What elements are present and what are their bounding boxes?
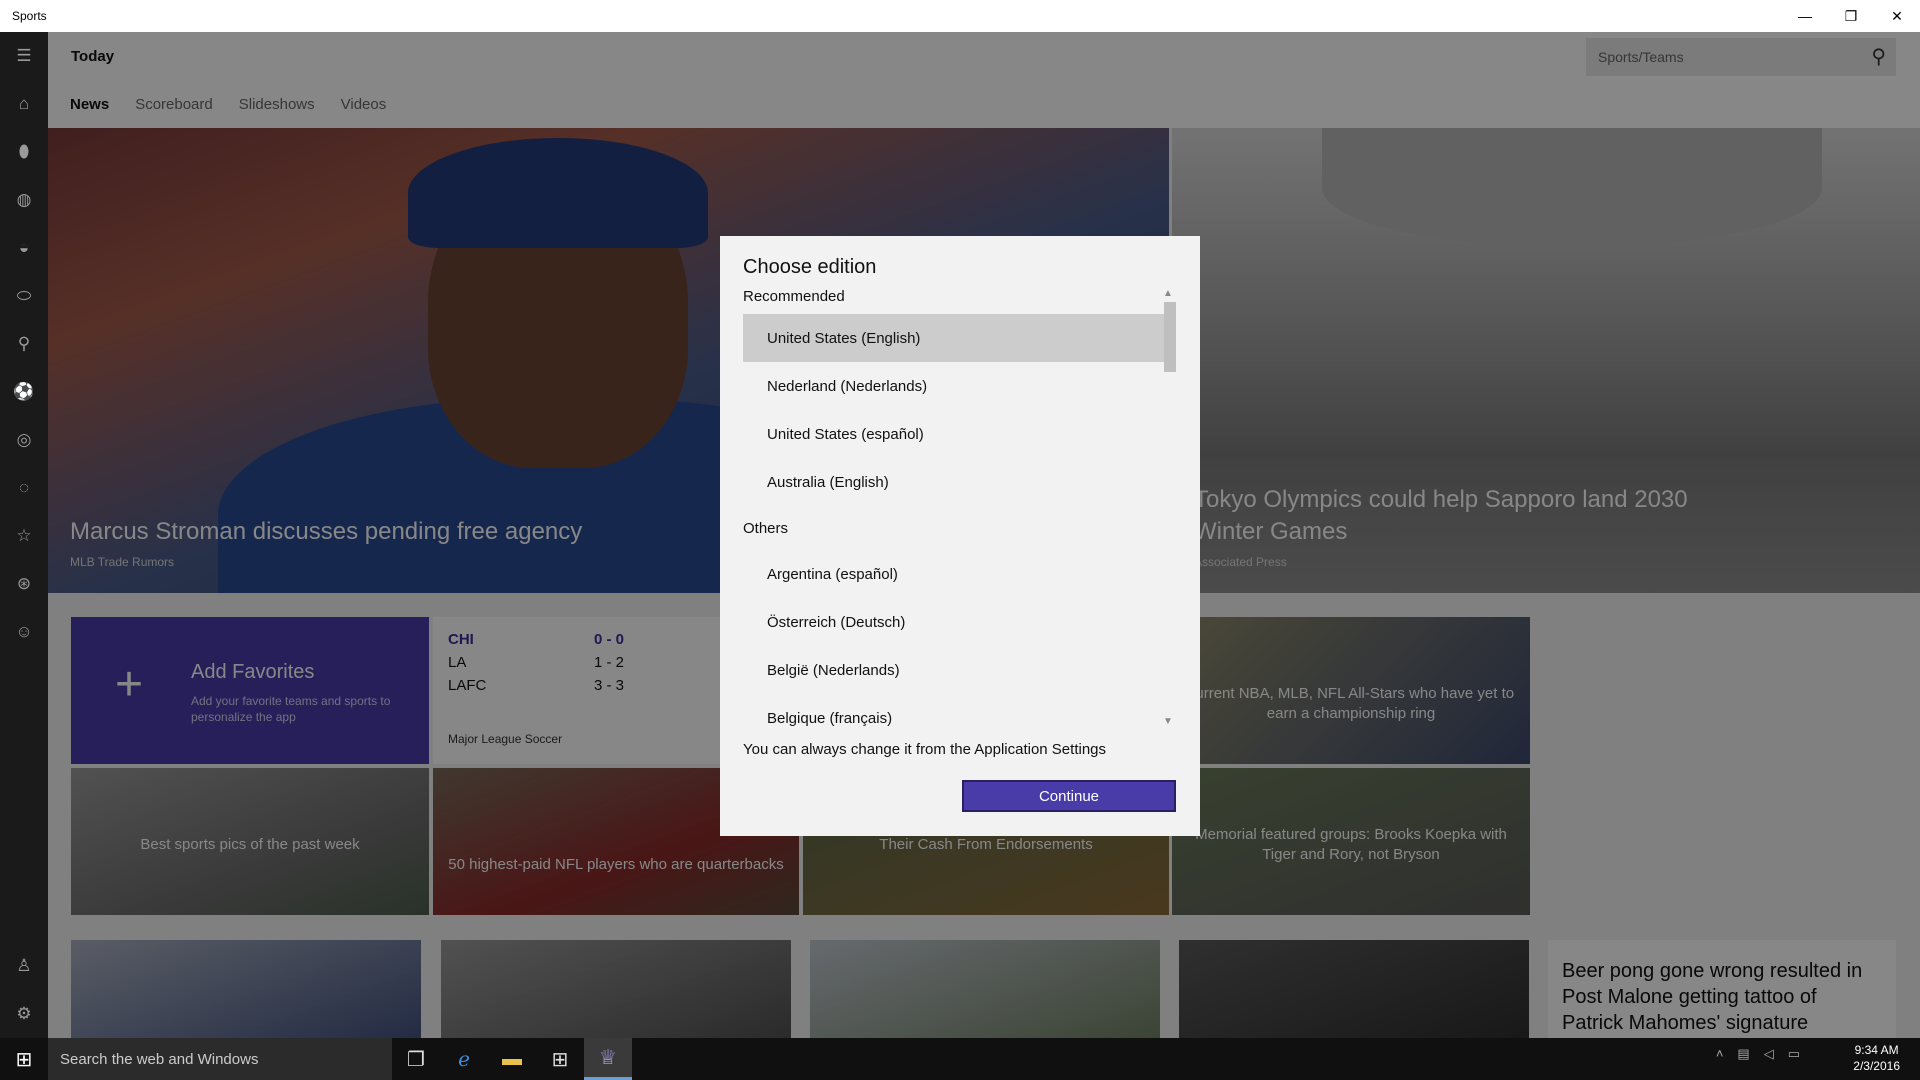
fan-icon[interactable]: ☺: [0, 608, 48, 656]
close-button[interactable]: ✕: [1874, 0, 1920, 32]
store-icon[interactable]: ⊞: [536, 1038, 584, 1080]
basketball-icon[interactable]: ◍: [0, 176, 48, 224]
close-icon: ✕: [1891, 7, 1903, 24]
settings-icon[interactable]: ⚙: [0, 990, 48, 1038]
football-icon[interactable]: ⬮: [0, 128, 48, 176]
baseball-icon[interactable]: ⬭: [0, 272, 48, 320]
windows-start-icon[interactable]: ⊞: [0, 1038, 48, 1080]
option-label: United States (English): [767, 329, 921, 347]
system-tray: ˄ ▤ ◁ ▭: [1716, 1046, 1800, 1062]
edition-option-ar[interactable]: Argentina (español): [743, 550, 1175, 598]
settings-note: You can always change it from the Applic…: [743, 741, 1107, 758]
edition-option-at[interactable]: Österreich (Deutsch): [743, 598, 1175, 646]
file-explorer-icon[interactable]: ▬: [488, 1038, 536, 1080]
continue-button[interactable]: Continue: [962, 780, 1176, 812]
minimize-button[interactable]: —: [1782, 0, 1828, 32]
app-title: Sports: [12, 9, 47, 23]
minimize-icon: —: [1798, 8, 1812, 24]
navigation-rail: ☰ ⌂ ⬮ ◍ ◒ ⬭ ⚲ ⚽ ◎ ◌ ☆ ⊛ ☺ ♙ ⚙: [0, 32, 48, 1038]
edition-option-au[interactable]: Australia (English): [743, 458, 1175, 506]
title-bar: Sports — ❐ ✕: [0, 0, 1920, 32]
sports-app-icon[interactable]: ♕: [584, 1038, 632, 1080]
motorsport-icon[interactable]: ⊛: [0, 560, 48, 608]
option-label: United States (español): [767, 425, 924, 443]
taskbar-search-input[interactable]: Search the web and Windows: [60, 1051, 258, 1068]
recommended-label: Recommended: [743, 288, 845, 305]
task-view-icon[interactable]: ❐: [392, 1038, 440, 1080]
list-scrollbar[interactable]: [1164, 302, 1176, 372]
scroll-down-icon[interactable]: ▼: [1163, 716, 1173, 727]
restore-icon: ❐: [1844, 7, 1858, 24]
option-label: Australia (English): [767, 473, 889, 491]
action-center-icon[interactable]: ▭: [1788, 1046, 1800, 1062]
option-label: België (Nederlands): [767, 661, 900, 679]
scroll-up-icon[interactable]: ▲: [1163, 288, 1173, 299]
edition-option-us-english[interactable]: United States (English): [743, 314, 1175, 362]
volume-icon[interactable]: ◁: [1764, 1046, 1774, 1062]
clock-time: 9:34 AM: [1854, 1043, 1899, 1057]
edition-option-nl[interactable]: Nederland (Nederlands): [743, 362, 1175, 410]
taskbar-clock[interactable]: 9:34 AM 2/3/2016: [1853, 1042, 1900, 1074]
option-label: Nederland (Nederlands): [767, 377, 928, 395]
network-icon[interactable]: ▤: [1737, 1046, 1749, 1062]
option-label: Argentina (español): [767, 565, 898, 583]
taskbar: ⊞ Search the web and Windows ❐ ℯ ▬ ⊞ ♕ ˄…: [0, 1038, 1920, 1080]
soccer-icon[interactable]: ⚽: [0, 368, 48, 416]
hockey-icon[interactable]: ◌: [0, 464, 48, 512]
taskbar-search[interactable]: Search the web and Windows: [48, 1038, 392, 1080]
menu-icon[interactable]: ☰: [0, 32, 48, 80]
edition-option-be-fr[interactable]: Belgique (français): [743, 694, 1175, 742]
account-icon[interactable]: ♙: [0, 942, 48, 990]
option-label: Österreich (Deutsch): [767, 613, 906, 631]
chevron-up-icon[interactable]: ˄: [1716, 1046, 1724, 1062]
edition-option-us-spanish[interactable]: United States (español): [743, 410, 1175, 458]
favorites-icon[interactable]: ☆: [0, 512, 48, 560]
dialog-title: Choose edition: [743, 256, 877, 278]
rugby-icon[interactable]: ◒: [0, 224, 48, 272]
option-label: Belgique (français): [767, 709, 893, 727]
home-icon[interactable]: ⌂: [0, 80, 48, 128]
others-label: Others: [743, 520, 789, 537]
edition-option-be-nl[interactable]: België (Nederlands): [743, 646, 1175, 694]
restore-button[interactable]: ❐: [1828, 0, 1874, 32]
choose-edition-dialog: Choose edition Recommended United States…: [720, 236, 1200, 836]
golf-icon[interactable]: ⚲: [0, 320, 48, 368]
tennis-icon[interactable]: ◎: [0, 416, 48, 464]
clock-date: 2/3/2016: [1853, 1059, 1900, 1073]
edge-icon[interactable]: ℯ: [440, 1038, 488, 1080]
